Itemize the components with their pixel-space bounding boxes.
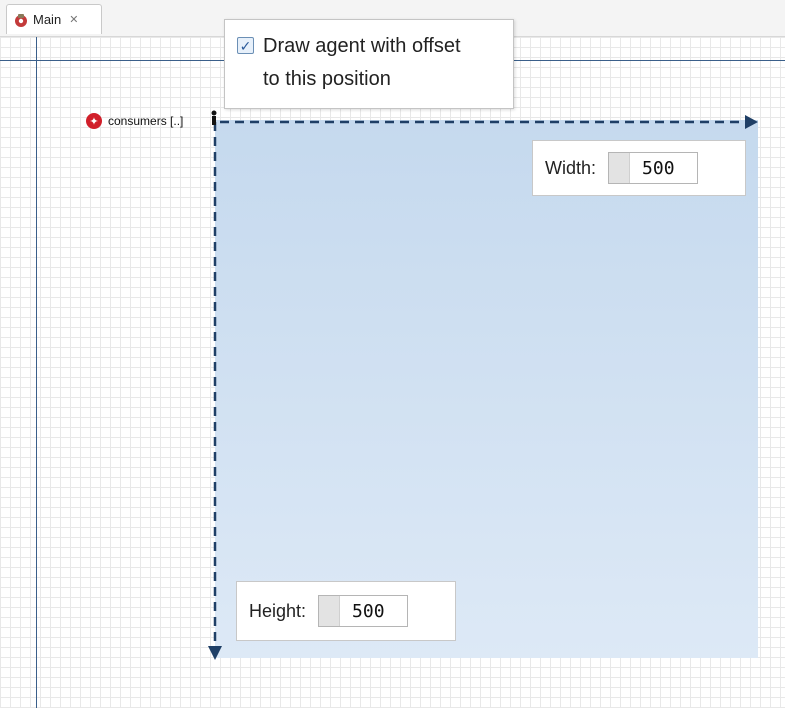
width-field-box: Width: 500 [532,140,746,196]
height-label: Height: [249,600,307,621]
width-input[interactable]: 500 [608,152,698,184]
tab-main[interactable]: Main ✕ [6,4,102,34]
height-field-box: Height: 500 [236,581,456,641]
width-input-handle [609,153,631,183]
agent-population-label[interactable]: ✦ consumers [..] [86,111,183,131]
vertical-axis-line [36,37,37,708]
agent-space-area[interactable] [215,120,758,658]
tab-label: Main [33,12,62,27]
close-icon[interactable]: ✕ [69,13,78,26]
agent-model-icon [15,13,27,27]
checkbox-label-line1: Draw agent with offset [263,35,461,57]
offset-option-popup: ✓ Draw agent with offset to this positio… [224,19,514,109]
checkbox-label-line2: to this position [263,68,391,90]
width-value: 500 [642,157,675,179]
draw-agent-offset-checkbox[interactable]: ✓ [237,37,254,54]
agent-name: consumers [..] [108,114,184,128]
width-label: Width: [545,157,597,178]
height-input-handle [319,596,341,626]
height-input[interactable]: 500 [318,595,408,627]
agent-population-icon: ✦ [86,113,102,129]
height-value: 500 [352,600,385,622]
